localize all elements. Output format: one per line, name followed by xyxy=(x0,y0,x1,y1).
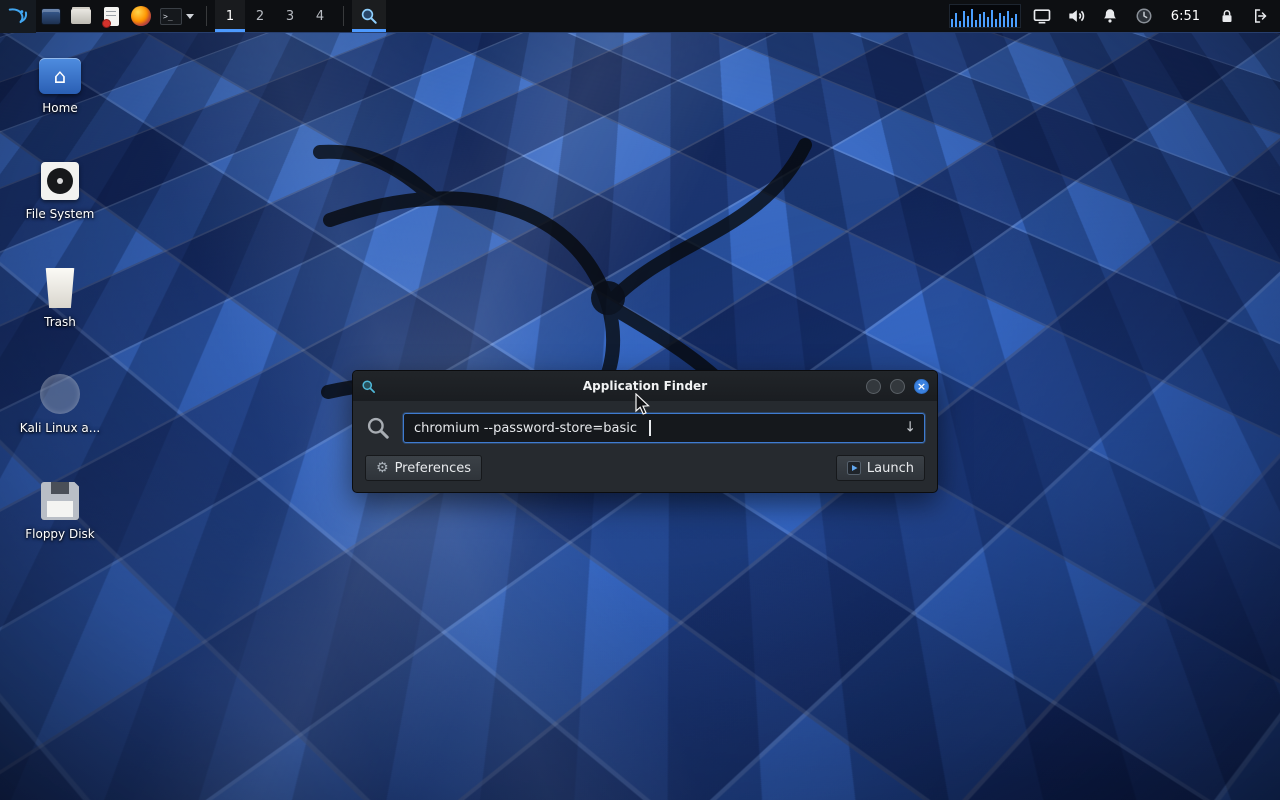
terminal-launcher[interactable]: >_ xyxy=(156,0,198,33)
text-editor-icon xyxy=(104,7,119,26)
lock-icon xyxy=(1218,7,1236,25)
home-icon: ⌂ xyxy=(39,58,81,94)
bell-icon xyxy=(1101,7,1119,25)
workspace-1[interactable]: 1 xyxy=(215,0,245,32)
desktop-icon-label: Kali Linux a... xyxy=(20,422,100,436)
text-cursor xyxy=(649,420,651,436)
cpu-graph-bars xyxy=(950,5,1020,27)
window-controls: × xyxy=(866,379,929,394)
search-input-wrap: ↓ xyxy=(403,413,925,443)
display-icon xyxy=(1032,6,1052,26)
preferences-label: Preferences xyxy=(395,461,471,476)
workspace-pager: 1 2 3 4 xyxy=(215,0,335,32)
preferences-button[interactable]: ⚙ Preferences xyxy=(365,455,482,481)
text-editor-launcher[interactable] xyxy=(96,0,126,33)
workspace-3[interactable]: 3 xyxy=(275,0,305,32)
file-manager-icon xyxy=(41,8,61,25)
notifications-indicator[interactable] xyxy=(1097,0,1123,33)
floppy-disk-icon xyxy=(41,482,79,520)
volume-indicator[interactable] xyxy=(1063,0,1089,33)
window-title: Application Finder xyxy=(353,379,937,393)
desktop-icon-file-system[interactable]: File System xyxy=(12,162,108,222)
top-panel: >_ 1 2 3 4 xyxy=(0,0,1280,33)
logout-icon xyxy=(1252,7,1270,25)
desktop-icon-kali-linux[interactable]: Kali Linux a... xyxy=(12,374,108,436)
desktop-icon-trash[interactable]: Trash xyxy=(12,268,108,330)
cpu-graph[interactable] xyxy=(949,4,1021,28)
launch-button[interactable]: Launch xyxy=(836,455,925,481)
close-button[interactable]: × xyxy=(914,379,929,394)
launch-icon xyxy=(847,461,861,475)
status-indicator[interactable] xyxy=(1131,0,1157,33)
launch-label: Launch xyxy=(867,461,914,476)
panel-separator xyxy=(206,6,207,26)
search-row: ↓ xyxy=(365,413,925,443)
firefox-launcher[interactable] xyxy=(126,0,156,33)
taskbar-application-finder[interactable] xyxy=(352,0,386,32)
volume-icon xyxy=(1066,6,1086,26)
dialog-body: ↓ ⚙ Preferences Launch xyxy=(353,401,937,493)
seal-badge xyxy=(102,19,111,28)
kali-menu-button[interactable] xyxy=(0,0,36,33)
desktop-icon-label: Trash xyxy=(44,316,76,330)
desktop-screen: >_ 1 2 3 4 xyxy=(0,0,1280,800)
search-icon xyxy=(365,415,391,441)
window-appfinder-icon xyxy=(361,379,376,394)
application-finder-window: Application Finder × ↓ xyxy=(352,370,938,493)
lock-screen-button[interactable] xyxy=(1214,0,1240,33)
folder-icon xyxy=(71,9,91,24)
maximize-button[interactable] xyxy=(890,379,905,394)
panel-left-group: >_ 1 2 3 4 xyxy=(0,0,386,32)
titlebar[interactable]: Application Finder × xyxy=(353,371,937,401)
trash-icon xyxy=(43,268,77,308)
gear-icon: ⚙ xyxy=(376,461,389,475)
kali-logo-icon xyxy=(7,5,29,27)
file-manager-launcher[interactable] xyxy=(36,0,66,33)
desktop-icon-label: File System xyxy=(26,208,95,222)
desktop-icon-label: Home xyxy=(42,102,77,116)
workspace-2[interactable]: 2 xyxy=(245,0,275,32)
display-indicator[interactable] xyxy=(1029,0,1055,33)
clock[interactable]: 6:51 xyxy=(1165,9,1206,24)
file-system-icon xyxy=(41,162,79,200)
dropdown-arrow-icon[interactable]: ↓ xyxy=(904,420,916,436)
firefox-icon xyxy=(131,6,151,26)
terminal-icon: >_ xyxy=(160,8,182,25)
desktop-icon-home[interactable]: ⌂ Home xyxy=(12,58,108,116)
logout-button[interactable] xyxy=(1248,0,1274,33)
kali-disc-icon xyxy=(40,374,80,414)
panel-separator xyxy=(343,6,344,26)
chevron-down-icon[interactable] xyxy=(186,14,194,19)
folder-launcher[interactable] xyxy=(66,0,96,33)
status-circle-icon xyxy=(1135,7,1153,25)
minimize-button[interactable] xyxy=(866,379,881,394)
button-row: ⚙ Preferences Launch xyxy=(365,455,925,481)
desktop-icon-floppy-disk[interactable]: Floppy Disk xyxy=(12,482,108,542)
workspace-4[interactable]: 4 xyxy=(305,0,335,32)
desktop-icon-label: Floppy Disk xyxy=(25,528,95,542)
panel-right-group: 6:51 xyxy=(949,0,1280,32)
search-input[interactable] xyxy=(403,413,925,443)
application-finder-task-icon xyxy=(360,7,378,25)
